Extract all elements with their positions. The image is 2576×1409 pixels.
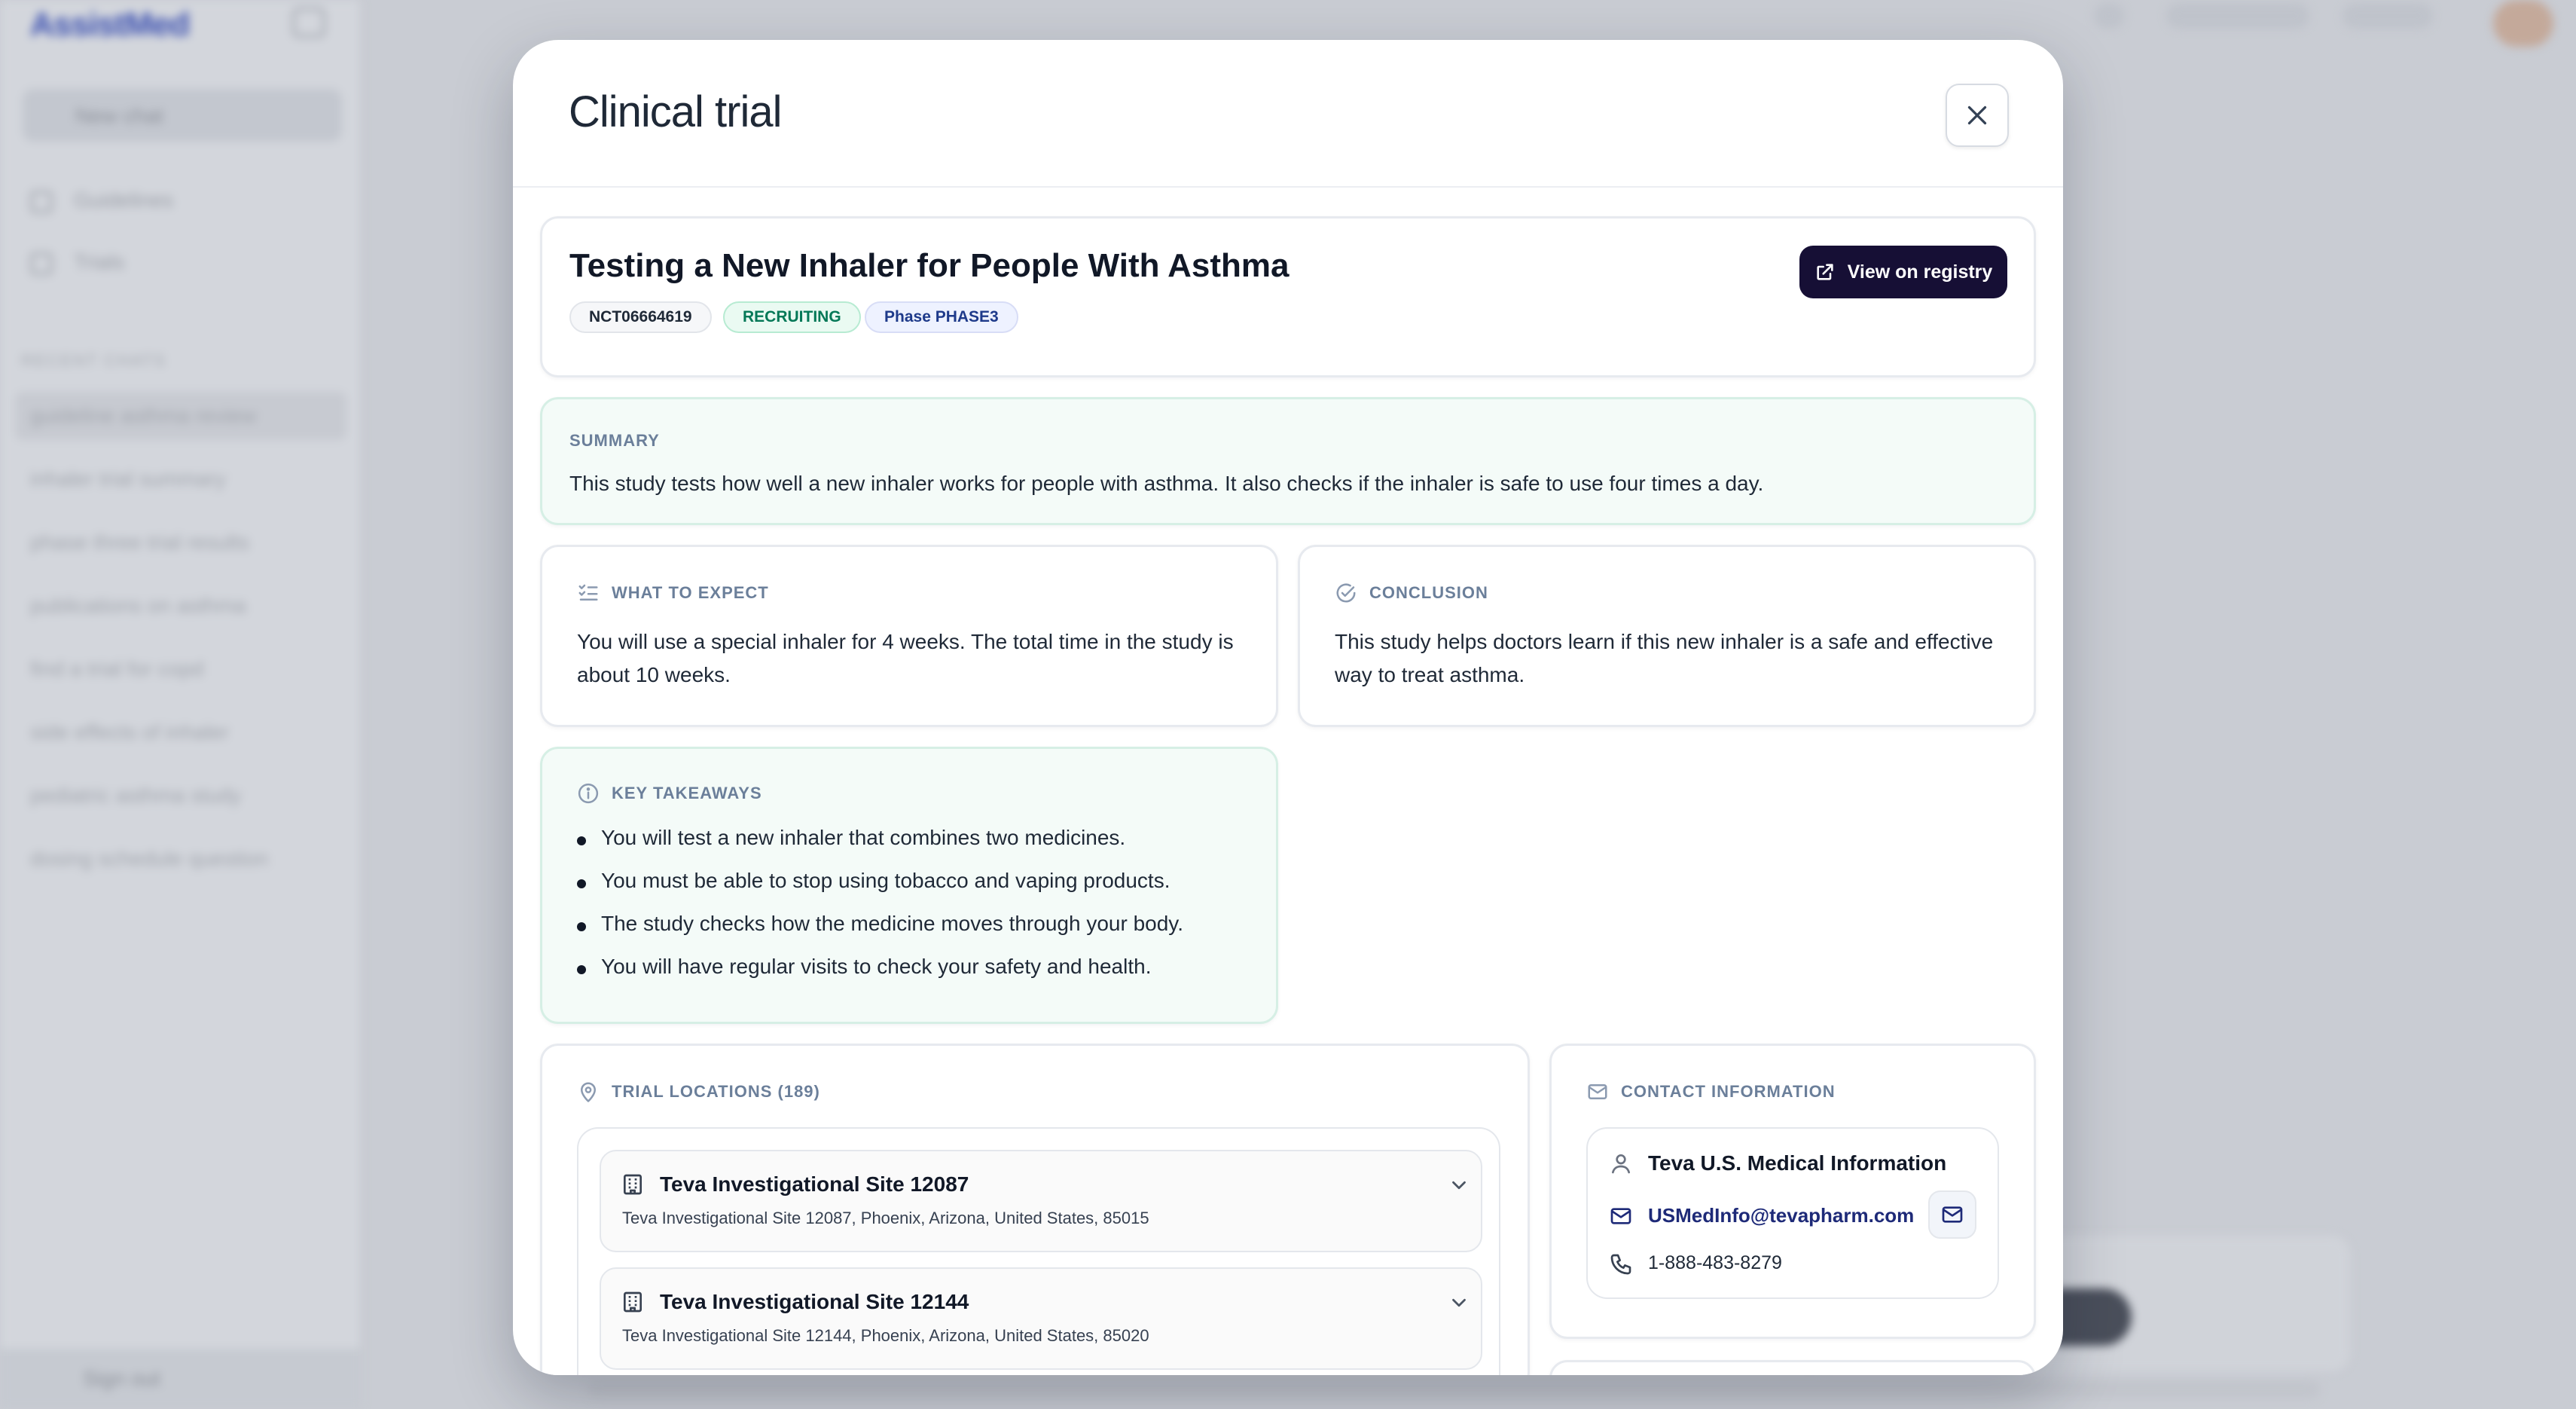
summary-text: This study tests how well a new inhaler … bbox=[569, 472, 1764, 495]
avatar[interactable] bbox=[2493, 0, 2553, 47]
takeaways-list: You will test a new inhaler that combine… bbox=[577, 826, 1183, 998]
trial-locations-card: TRIAL LOCATIONS (189) Teva Investigation… bbox=[540, 1044, 1530, 1375]
language-select[interactable] bbox=[2343, 3, 2433, 29]
list-item: You must be able to stop using tobacco a… bbox=[577, 869, 1183, 912]
summary-label: SUMMARY bbox=[569, 431, 660, 450]
registry-button-label: View on registry bbox=[1847, 261, 1993, 283]
info-icon bbox=[578, 783, 599, 804]
history-item[interactable]: guideline asthma review bbox=[15, 392, 346, 440]
contact-information-card: CONTACT INFORMATION Teva U.S. Medical In… bbox=[1549, 1044, 2036, 1339]
external-link-icon bbox=[1817, 264, 1833, 280]
location-address: Teva Investigational Site 12087, Phoenix… bbox=[622, 1209, 1149, 1227]
what-to-expect-label: WHAT TO EXPECT bbox=[612, 583, 769, 602]
new-chat-label: New chat bbox=[75, 104, 163, 127]
history-item[interactable]: side effects of inhaler bbox=[30, 720, 331, 747]
location-name: Teva Investigational Site 12144 bbox=[660, 1290, 969, 1313]
what-to-expect-line: about 10 weeks. bbox=[577, 663, 731, 686]
status-badge: RECRUITING bbox=[723, 301, 861, 333]
what-to-expect-text: You will use a special inhaler for 4 wee… bbox=[577, 625, 1234, 692]
history-item[interactable]: pediatric asthma study bbox=[30, 784, 331, 811]
new-chat-button[interactable]: New chat bbox=[23, 89, 342, 142]
flask-icon bbox=[30, 252, 53, 275]
sidebar-item-label: Guidelines bbox=[74, 188, 174, 212]
recent-chats-heading: RECENT CHATS bbox=[21, 351, 167, 370]
trial-header-card: Testing a New Inhaler for People With As… bbox=[540, 216, 2036, 377]
phase-badge: Phase PHASE3 bbox=[865, 301, 1018, 333]
what-to-expect-line: You will use a special inhaler for 4 wee… bbox=[577, 630, 1234, 653]
key-takeaways-label: KEY TAKEAWAYS bbox=[612, 784, 762, 802]
conclusion-line: way to treat asthma. bbox=[1335, 663, 1525, 686]
phone-icon bbox=[1610, 1254, 1631, 1275]
trial-locations-label: TRIAL LOCATIONS (189) bbox=[612, 1082, 820, 1101]
conclusion-text: This study helps doctors learn if this n… bbox=[1335, 625, 1993, 692]
trial-locations-heading: TRIAL LOCATIONS (189) bbox=[577, 1080, 820, 1103]
sign-out-label: Sign out bbox=[83, 1367, 160, 1390]
map-pin-icon bbox=[581, 1082, 596, 1102]
location-name: Teva Investigational Site 12087 bbox=[660, 1172, 969, 1196]
additional-info-card bbox=[1549, 1360, 2036, 1375]
sidebar-item-trials[interactable]: Trials bbox=[30, 250, 124, 275]
user-icon bbox=[1612, 1154, 1630, 1174]
locations-list: Teva Investigational Site 12087 Teva Inv… bbox=[577, 1127, 1500, 1375]
list-item: You will test a new inhaler that combine… bbox=[577, 826, 1183, 869]
what-to-expect-card: WHAT TO EXPECT You will use a special in… bbox=[540, 545, 1278, 727]
mail-icon bbox=[1942, 1206, 1963, 1223]
history-item[interactable]: phase three trial results bbox=[30, 530, 331, 558]
contact-information-label: CONTACT INFORMATION bbox=[1621, 1082, 1836, 1101]
checklist-icon bbox=[578, 584, 598, 601]
key-takeaways-card: KEY TAKEAWAYS You will test a new inhale… bbox=[540, 747, 1278, 1024]
contact-phone[interactable]: 1-888-483-8279 bbox=[1648, 1252, 1782, 1274]
sidebar: AssistMed New chat Guidelines Trials REC… bbox=[0, 0, 362, 1409]
building-icon bbox=[624, 1174, 642, 1195]
location-item[interactable]: Teva Investigational Site 12144 Teva Inv… bbox=[600, 1267, 1482, 1370]
chevron-down-icon[interactable] bbox=[1448, 1291, 1470, 1314]
conclusion-line: This study helps doctors learn if this n… bbox=[1335, 630, 1994, 653]
envelope-icon bbox=[1610, 1208, 1631, 1224]
disclaimer-text bbox=[588, 1380, 2320, 1398]
location-item[interactable]: Teva Investigational Site 12087 Teva Inv… bbox=[600, 1150, 1482, 1252]
sidebar-footer[interactable]: Sign out bbox=[0, 1349, 362, 1409]
close-button[interactable] bbox=[1946, 84, 2009, 147]
contact-name: Teva U.S. Medical Information bbox=[1648, 1151, 1947, 1175]
conclusion-label: CONCLUSION bbox=[1369, 583, 1488, 602]
app-logo: AssistMed bbox=[30, 6, 190, 43]
history-item[interactable]: dosing schedule question bbox=[30, 847, 331, 874]
mail-icon bbox=[1588, 1084, 1607, 1099]
sidebar-toggle-icon[interactable] bbox=[292, 8, 325, 38]
conclusion-card: CONCLUSION This study helps doctors lear… bbox=[1298, 545, 2036, 727]
check-circle-icon bbox=[1336, 583, 1356, 603]
conclusion-heading: CONCLUSION bbox=[1335, 582, 1488, 604]
history-item[interactable]: publications on asthma bbox=[30, 594, 331, 621]
list-item: You will have regular visits to check yo… bbox=[577, 955, 1183, 998]
sidebar-item-label: Trials bbox=[74, 250, 125, 274]
contact-box: Teva U.S. Medical Information USMedInfo@… bbox=[1586, 1127, 1999, 1299]
send-email-button[interactable] bbox=[1928, 1190, 1976, 1239]
history-item[interactable]: find a trial for copd bbox=[30, 657, 331, 684]
building-icon bbox=[624, 1291, 642, 1313]
contact-information-heading: CONTACT INFORMATION bbox=[1586, 1080, 1836, 1103]
modal-title: Clinical trial bbox=[569, 87, 783, 136]
nct-id-badge: NCT06664619 bbox=[569, 301, 712, 333]
contact-email-link[interactable]: USMedInfo@tevapharm.com bbox=[1648, 1204, 1914, 1227]
summary-card: SUMMARY This study tests how well a new … bbox=[540, 397, 2036, 525]
clinical-trial-modal: Clinical trial Testing a New Inhaler for… bbox=[513, 40, 2063, 1375]
close-icon bbox=[1967, 105, 1987, 125]
settings-icon[interactable] bbox=[2094, 3, 2124, 29]
book-icon bbox=[30, 190, 53, 213]
chevron-down-icon[interactable] bbox=[1448, 1174, 1470, 1197]
view-on-registry-button[interactable]: View on registry bbox=[1799, 246, 2007, 298]
modal-header: Clinical trial bbox=[513, 40, 2063, 188]
location-address: Teva Investigational Site 12144, Phoenix… bbox=[622, 1326, 1149, 1345]
history-item[interactable]: inhaler trial summary bbox=[30, 467, 331, 494]
about-link[interactable] bbox=[2166, 3, 2309, 29]
what-to-expect-heading: WHAT TO EXPECT bbox=[577, 582, 769, 604]
sidebar-item-guidelines[interactable]: Guidelines bbox=[30, 188, 173, 213]
key-takeaways-heading: KEY TAKEAWAYS bbox=[577, 782, 762, 805]
trial-title: Testing a New Inhaler for People With As… bbox=[569, 247, 1290, 284]
list-item: The study checks how the medicine moves … bbox=[577, 912, 1183, 955]
